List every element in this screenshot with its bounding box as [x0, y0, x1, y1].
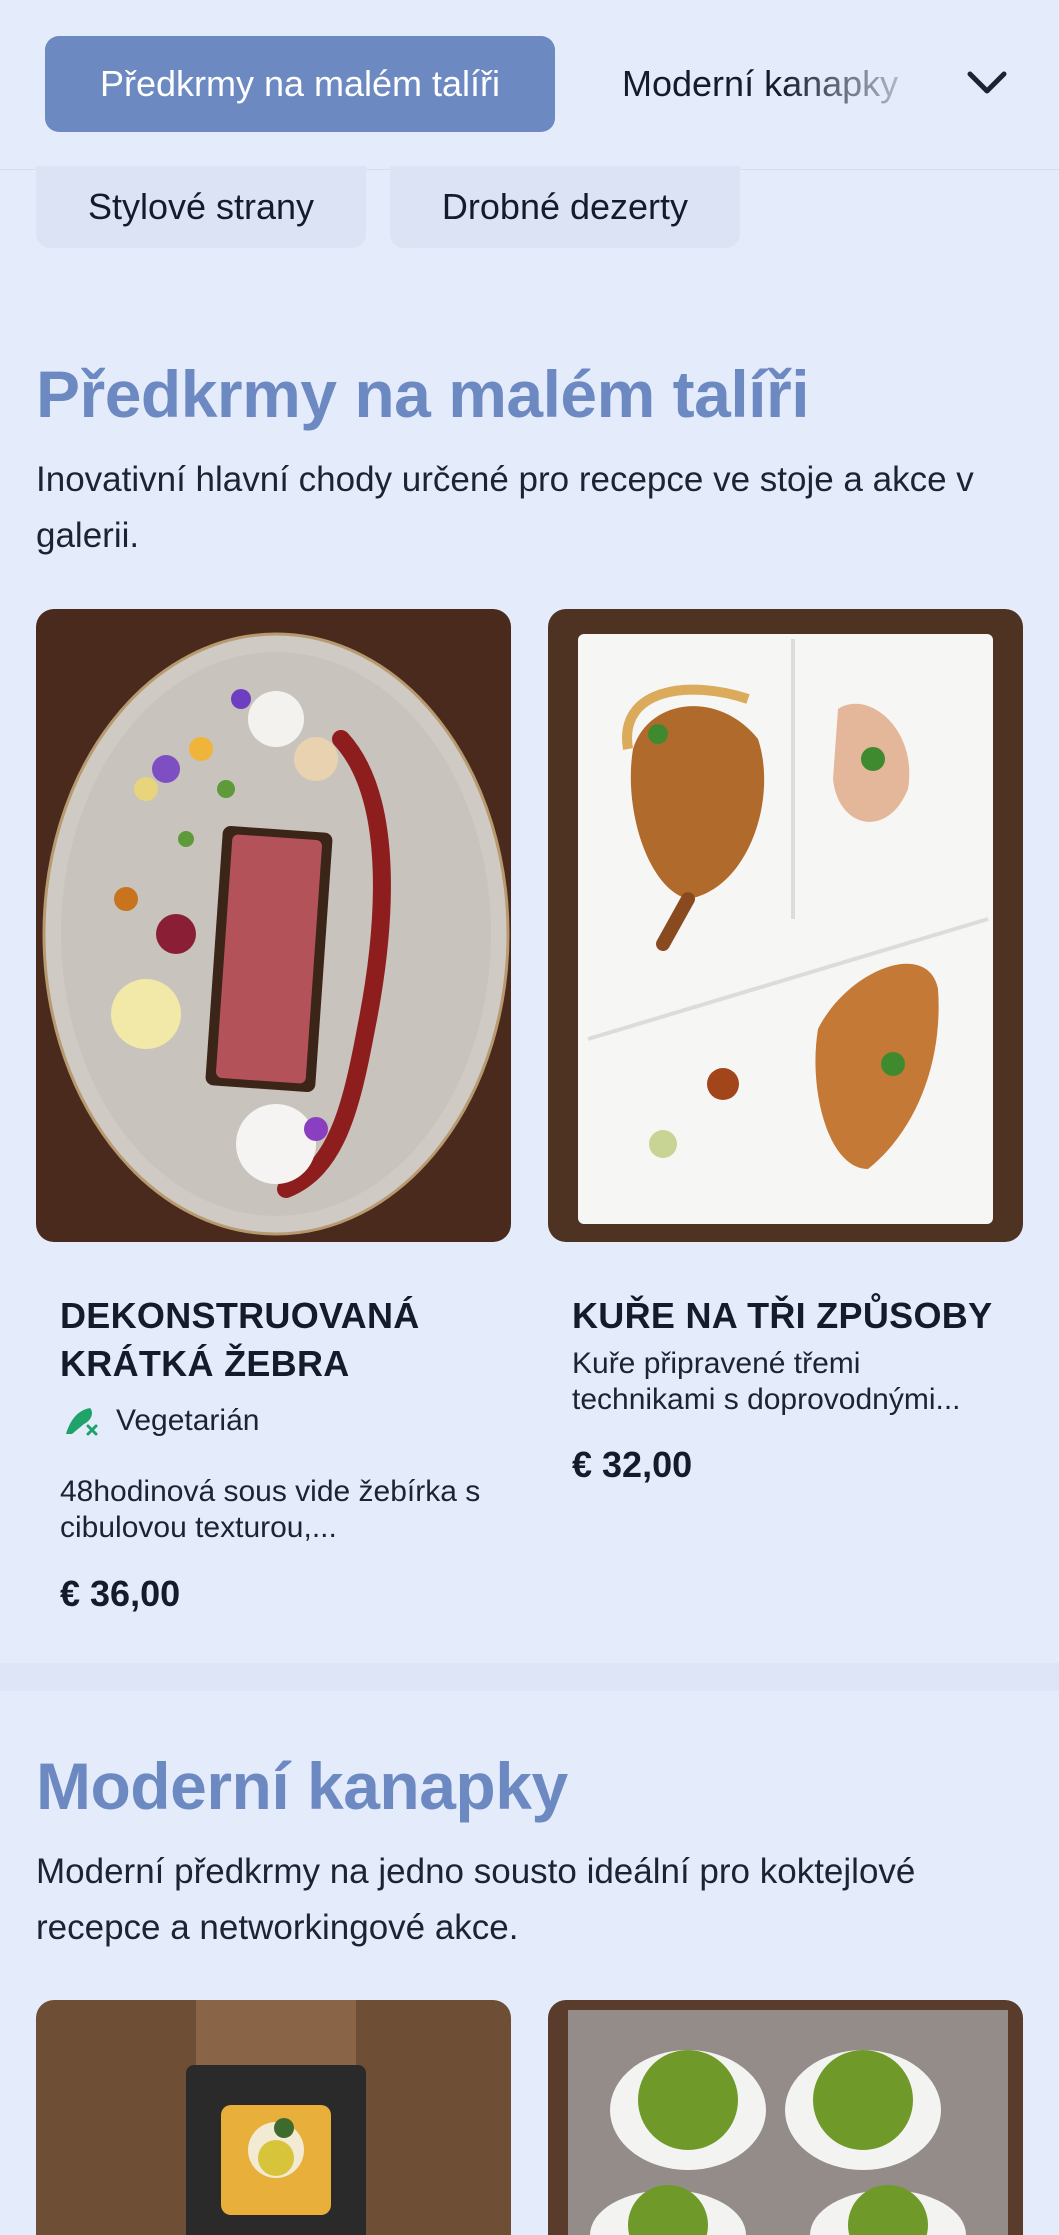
section-title: Předkrmy na malém talíři	[36, 357, 810, 431]
category-tab-active[interactable]: Předkrmy na malém talíři	[45, 36, 555, 132]
section-description: Moderní předkrmy na jedno sousto ideální…	[36, 1852, 916, 1947]
section-divider	[0, 1663, 1059, 1691]
dish-price: € 32,00	[572, 1444, 693, 1485]
chevron-down-icon[interactable]	[962, 58, 1012, 108]
dish-image-canape[interactable]	[36, 2000, 511, 2235]
dish-image-short-ribs[interactable]	[36, 609, 511, 1242]
dish-description: Kuře připravené třemi technikami s dopro…	[572, 1347, 961, 1416]
category-pill-drobne-dezerty[interactable]: Drobné dezerty	[390, 166, 740, 248]
dish-price: € 36,00	[60, 1573, 181, 1614]
dish-description: 48hodinová sous vide žebírka s cibulovou…	[60, 1475, 481, 1544]
dish-image-chicken[interactable]	[548, 609, 1023, 1242]
diet-label: Vegetarián	[116, 1404, 260, 1437]
section-title: Moderní kanapky	[36, 1749, 568, 1823]
category-nav: Předkrmy na malém talíři Moderní kanapky	[0, 0, 1059, 170]
diet-badge: Vegetarián	[60, 1400, 259, 1442]
dish-name[interactable]: KUŘE NA TŘI ZPŮSOBY	[572, 1292, 1012, 1340]
tab-fade-overlay	[780, 36, 930, 132]
dish-name[interactable]: DEKONSTRUOVANÁ KRÁTKÁ ŽEBRA	[60, 1292, 480, 1388]
dish-image-spoons[interactable]	[548, 2000, 1023, 2235]
vegetarian-icon	[66, 1408, 98, 1436]
section-description: Inovativní hlavní chody určené pro recep…	[36, 460, 974, 555]
category-pill-stylove-strany[interactable]: Stylové strany	[36, 166, 366, 248]
